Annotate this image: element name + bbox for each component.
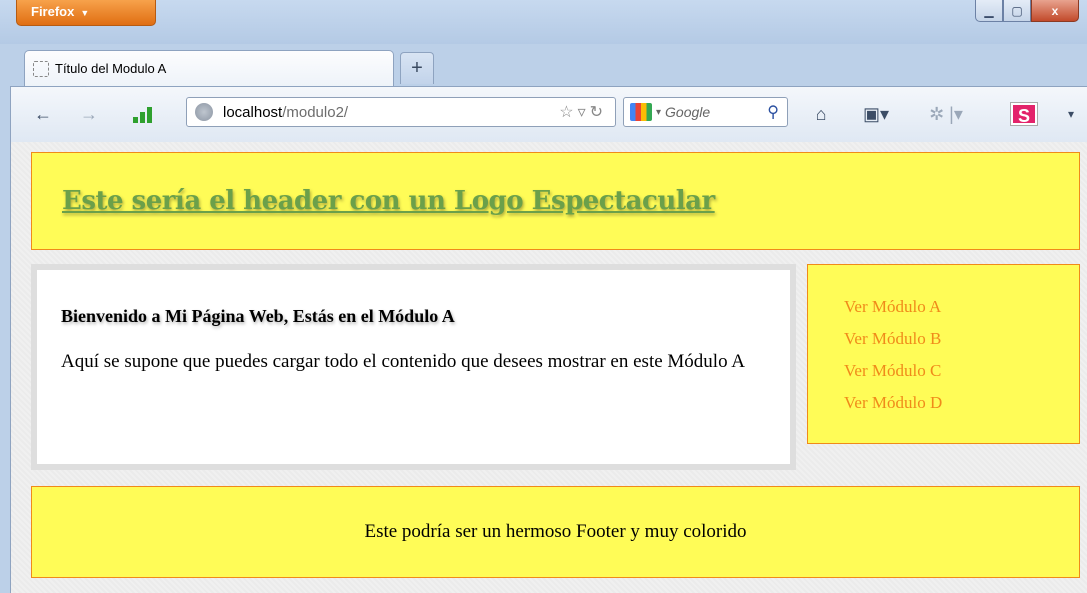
- content-body: Aquí se supone que puedes cargar todo el…: [61, 351, 745, 372]
- tab-modulo-a[interactable]: Título del Modulo A: [24, 50, 394, 86]
- search-icon[interactable]: ⚲: [767, 102, 779, 122]
- sidebar-menu: Ver Módulo A Ver Módulo B Ver Módulo C V…: [807, 264, 1080, 444]
- addon-icon[interactable]: ✲ |▾: [921, 103, 971, 125]
- address-bar[interactable]: localhost/modulo2/ ☆▿↻: [186, 97, 616, 127]
- s-extension-icon[interactable]: S: [1011, 103, 1037, 126]
- main-content: Bienvenido a Mi Página Web, Estás en el …: [31, 264, 796, 470]
- title-bar: Firefox ▼ ▁ ▢ x: [0, 0, 1087, 44]
- more-menu-icon[interactable]: ▾: [1061, 103, 1081, 125]
- firefox-menu-label: Firefox: [31, 4, 75, 19]
- sidebar-link-modulo-d[interactable]: Ver Módulo D: [844, 387, 1079, 419]
- dropdown-arrow-icon: ▼: [80, 8, 90, 18]
- blank-favicon-icon: [33, 60, 49, 77]
- sidebar-link-modulo-c[interactable]: Ver Módulo C: [844, 355, 1079, 387]
- url-path: /modulo2/: [282, 103, 349, 121]
- url-host: localhost: [223, 103, 283, 121]
- navigation-toolbar: ← → localhost/modulo2/ ☆▿↻ ▾ Google ⚲ ⌂ …: [10, 86, 1087, 142]
- signal-bars-icon: [129, 103, 159, 125]
- maximize-button[interactable]: ▢: [1003, 0, 1031, 22]
- home-icon[interactable]: ⌂: [809, 103, 833, 125]
- footer-text: Este podría ser un hermoso Footer y muy …: [364, 521, 747, 542]
- page-header: Este sería el header con un Logo Especta…: [31, 152, 1080, 250]
- bookmarks-menu-icon[interactable]: ▣▾: [856, 103, 896, 125]
- window-controls: ▁ ▢ x: [975, 0, 1079, 22]
- page-viewport: Este sería el header con un Logo Especta…: [10, 142, 1087, 593]
- minimize-button[interactable]: ▁: [975, 0, 1003, 22]
- sidebar-link-modulo-b[interactable]: Ver Módulo B: [844, 323, 1079, 355]
- content-heading: Bienvenido a Mi Página Web, Estás en el …: [61, 306, 455, 326]
- forward-arrow-icon[interactable]: →: [77, 103, 101, 125]
- header-logo-link[interactable]: Este sería el header con un Logo Especta…: [62, 186, 715, 216]
- tab-title: Título del Modulo A: [55, 61, 167, 76]
- sidebar-link-modulo-a[interactable]: Ver Módulo A: [844, 291, 1079, 323]
- close-window-button[interactable]: x: [1031, 0, 1079, 22]
- search-dropdown-icon[interactable]: ▾: [656, 107, 661, 118]
- back-arrow-icon[interactable]: ←: [31, 103, 55, 125]
- bookmark-star-icon[interactable]: ☆▿↻: [559, 102, 607, 122]
- search-bar[interactable]: ▾ Google ⚲: [623, 97, 788, 127]
- globe-icon: [195, 103, 213, 121]
- new-tab-button[interactable]: +: [400, 52, 434, 84]
- firefox-menu-button[interactable]: Firefox ▼: [16, 0, 156, 26]
- search-placeholder: Google: [665, 104, 711, 120]
- page-footer: Este podría ser un hermoso Footer y muy …: [31, 486, 1080, 578]
- google-icon[interactable]: [630, 103, 652, 121]
